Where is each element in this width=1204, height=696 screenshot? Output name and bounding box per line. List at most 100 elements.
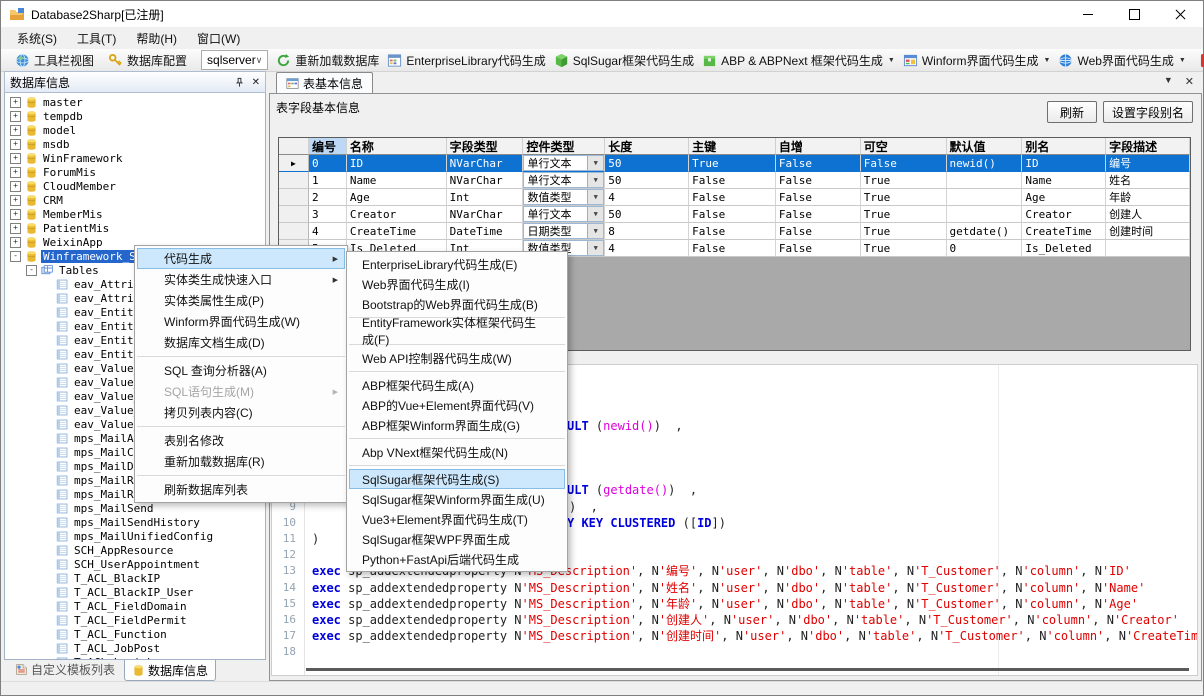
grid-cell-2-10[interactable]: 年龄: [1106, 189, 1190, 206]
combo-dropdown-icon[interactable]: ▼: [587, 156, 603, 170]
tree-table-mps_MailCo-12[interactable]: mps_MailCo: [56, 445, 142, 459]
grid-cell-0-3[interactable]: 单行文本▼: [523, 155, 605, 172]
submenu-item-8[interactable]: ABP框架代码生成(A): [349, 375, 565, 395]
grid-col-header-7[interactable]: 可空: [861, 138, 947, 155]
expand-icon[interactable]: +: [10, 237, 21, 248]
tree-table-T_ACL_BlackIP_User-22[interactable]: T_ACL_BlackIP_User: [56, 585, 195, 599]
grid-cell-5-5[interactable]: False: [689, 240, 776, 257]
grid-col-header-2[interactable]: 字段类型: [447, 138, 524, 155]
tree-table-T_ACL_LoginLog-27[interactable]: T_ACL_LoginLog: [56, 655, 169, 660]
grid-cell-4-9[interactable]: CreateTime: [1022, 223, 1106, 240]
context-menu-item-1[interactable]: 实体类生成快速入口▶: [137, 269, 345, 290]
grid-cell-4-3[interactable]: 日期类型▼: [523, 223, 605, 240]
tab-list-dropdown-icon[interactable]: ▼: [1164, 75, 1173, 88]
grid-cell-3-8[interactable]: [947, 206, 1023, 223]
expand-icon[interactable]: +: [10, 223, 21, 234]
grid-cell-0-8[interactable]: newid(): [947, 155, 1023, 172]
grid-cell-4-5[interactable]: False: [689, 223, 776, 240]
context-menu-item-13[interactable]: 刷新数据库列表: [137, 479, 345, 500]
grid-cell-3-7[interactable]: True: [861, 206, 947, 223]
tree-database-model[interactable]: +model: [10, 123, 78, 137]
submenu-item-17[interactable]: SqlSugar框架WPF界面生成: [349, 529, 565, 549]
submenu-item-2[interactable]: Bootstrap的Web界面代码生成(B): [349, 294, 565, 314]
grid-cell-0-1[interactable]: ID: [347, 155, 447, 172]
grid-cell-0-4[interactable]: 50: [605, 155, 689, 172]
minimize-button[interactable]: [1065, 1, 1111, 27]
grid-cell-3-10[interactable]: 创建人: [1106, 206, 1190, 223]
grid-cell-4-10[interactable]: 创建时间: [1106, 223, 1190, 240]
grid-cell-5-4[interactable]: 4: [605, 240, 689, 257]
tree-table-T_ACL_FieldDomain-23[interactable]: T_ACL_FieldDomain: [56, 599, 189, 613]
grid-cell-0-2[interactable]: NVarChar: [447, 155, 524, 172]
collapse-icon[interactable]: -: [26, 265, 37, 276]
grid-cell-4-0[interactable]: 4: [309, 223, 347, 240]
tree-table-eav_Value_-7[interactable]: eav_Value_: [56, 375, 142, 389]
collapse-icon[interactable]: -: [10, 251, 21, 262]
context-menu-item-0[interactable]: 代码生成▶: [137, 248, 345, 269]
expand-icon[interactable]: +: [10, 195, 21, 206]
combo-dropdown-icon[interactable]: ▼: [587, 241, 603, 255]
expand-icon[interactable]: +: [10, 167, 21, 178]
tree-database-CloudMember[interactable]: +CloudMember: [10, 179, 118, 193]
tree-table-T_ACL_Function-25[interactable]: T_ACL_Function: [56, 627, 169, 641]
tree-table-eav_Value_-6[interactable]: eav_Value_: [56, 361, 142, 375]
tree-table-mps_MailSend-16[interactable]: mps_MailSend: [56, 501, 155, 515]
grid-cell-5-10[interactable]: [1106, 240, 1190, 257]
grid-cell-1-0[interactable]: 1: [309, 172, 347, 189]
grid-cell-2-4[interactable]: 4: [605, 189, 689, 206]
tree-database-msdb[interactable]: +msdb: [10, 137, 72, 151]
tree-database-Winframework_Sug[interactable]: -Winframework_Sug: [10, 249, 151, 263]
editor-hscrollbar[interactable]: [306, 668, 1189, 671]
tree-table-eav_Entity-4[interactable]: eav_Entity: [56, 333, 142, 347]
context-menu-item-10[interactable]: 表别名修改: [137, 430, 345, 451]
dropdown-arrow-icon[interactable]: ▼: [888, 57, 895, 64]
tree-database-PatientMis[interactable]: +PatientMis: [10, 221, 111, 235]
grid-cell-3-0[interactable]: 3: [309, 206, 347, 223]
grid-cell-2-0[interactable]: 2: [309, 189, 347, 206]
menu-item-2[interactable]: 帮助(H): [126, 27, 187, 49]
tree-table-mps_MailAt-11[interactable]: mps_MailAt: [56, 431, 142, 445]
grid-cell-5-8[interactable]: 0: [947, 240, 1023, 257]
submenu-item-15[interactable]: SqlSugar框架Winform界面生成(U): [349, 489, 565, 509]
dropdown-arrow-icon[interactable]: ▼: [1044, 57, 1051, 64]
tree-database-tempdb[interactable]: +tempdb: [10, 109, 85, 123]
grid-cell-4-4[interactable]: 8: [605, 223, 689, 240]
tree-table-T_ACL_FieldPermit-24[interactable]: T_ACL_FieldPermit: [56, 613, 189, 627]
submenu-item-10[interactable]: ABP框架Winform界面生成(G): [349, 415, 565, 435]
grid-cell-3-3[interactable]: 单行文本▼: [523, 206, 605, 223]
grid-cell-1-4[interactable]: 50: [605, 172, 689, 189]
toolbar-web-button[interactable]: Web界面代码生成 ▼: [1054, 51, 1189, 70]
context-menu-item-6[interactable]: SQL 查询分析器(A): [137, 360, 345, 381]
context-menu-item-8[interactable]: 拷贝列表内容(C): [137, 402, 345, 423]
toolbar-abp-button[interactable]: ABP & ABPNext 框架代码生成 ▼: [698, 51, 899, 70]
tree-table-T_ACL_BlackIP-21[interactable]: T_ACL_BlackIP: [56, 571, 162, 585]
grid-cell-3-1[interactable]: Creator: [347, 206, 447, 223]
grid-cell-4-1[interactable]: CreateTime: [347, 223, 447, 240]
toolbar-view-button[interactable]: 工具栏视图: [11, 51, 98, 70]
submenu-item-6[interactable]: Web API控制器代码生成(W): [349, 348, 565, 368]
grid-cell-3-4[interactable]: 50: [605, 206, 689, 223]
toolbar-sqlsugar-button[interactable]: SqlSugar框架代码生成: [550, 51, 698, 70]
context-menu-item-2[interactable]: 实体类属性生成(P): [137, 290, 345, 311]
tree-table-SCH_AppResource-19[interactable]: SCH_AppResource: [56, 543, 175, 557]
expand-icon[interactable]: +: [10, 153, 21, 164]
grid-row-4[interactable]: 4CreateTimeDateTime日期类型▼8FalseFalseTrueg…: [279, 223, 1190, 240]
context-menu-item-7[interactable]: SQL语句生成(M)▶: [137, 381, 345, 402]
grid-cell-1-9[interactable]: Name: [1022, 172, 1106, 189]
bottom-tab-1[interactable]: 数据库信息: [124, 660, 216, 681]
dropdown-arrow-icon[interactable]: ▼: [1179, 57, 1186, 64]
expand-icon[interactable]: +: [10, 125, 21, 136]
tree-database-WinFramework[interactable]: +WinFramework: [10, 151, 124, 165]
db-type-select[interactable]: sqlserver ∨: [201, 50, 268, 70]
grid-cell-3-2[interactable]: NVarChar: [447, 206, 524, 223]
menu-item-0[interactable]: 系统(S): [7, 27, 67, 49]
tree-table-eav_Attrib-1[interactable]: eav_Attrib: [56, 291, 142, 305]
submenu-item-12[interactable]: Abp VNext框架代码生成(N): [349, 442, 565, 462]
grid-col-header-5[interactable]: 主键: [689, 138, 776, 155]
tab-table-info[interactable]: 表基本信息: [276, 72, 373, 93]
context-menu-item-11[interactable]: 重新加载数据库(R): [137, 451, 345, 472]
toolbar-reload-button[interactable]: 重新加载数据库: [272, 51, 383, 70]
tree-table-eav_Value_-8[interactable]: eav_Value_: [56, 389, 142, 403]
grid-cell-2-3[interactable]: 数值类型▼: [523, 189, 605, 206]
grid-cell-0-7[interactable]: False: [861, 155, 947, 172]
